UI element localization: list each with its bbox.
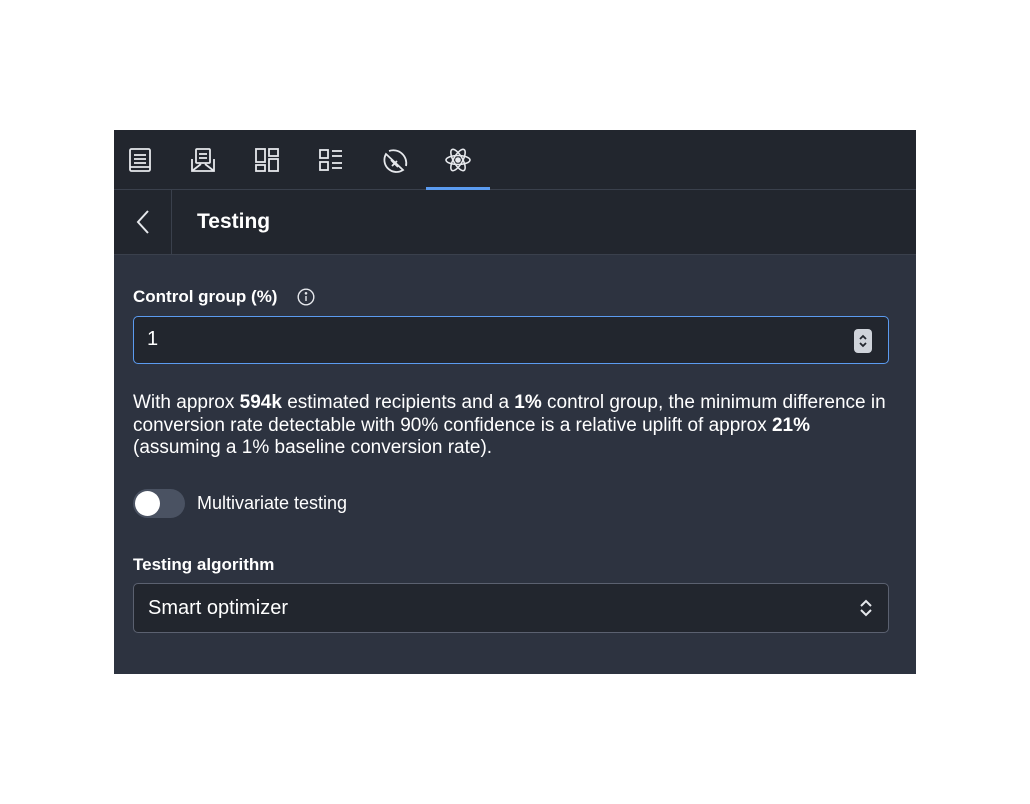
tab-list-blocks[interactable] [305, 130, 357, 189]
document-icon [129, 147, 151, 172]
chevron-up-down-icon [860, 599, 872, 617]
number-stepper[interactable] [854, 329, 872, 353]
envelope-icon [191, 147, 215, 172]
section-header: Testing [114, 190, 916, 255]
stepper-arrows-icon [859, 334, 867, 348]
toggle-knob [135, 491, 160, 516]
desc-text-2: estimated recipients and a [281, 392, 515, 413]
chevron-left-icon [136, 210, 149, 234]
uplift-description: With approx 594k estimated recipients an… [133, 392, 898, 460]
pie-segment-icon [383, 148, 408, 173]
tab-pie-segment[interactable] [369, 130, 421, 189]
multivariate-label: Multivariate testing [197, 493, 348, 513]
multivariate-toggle[interactable] [133, 489, 185, 518]
tab-layout[interactable] [241, 130, 293, 189]
tab-atom[interactable] [426, 130, 490, 190]
uplift-percentage: 21% [771, 414, 811, 436]
layout-grid-icon [255, 147, 279, 172]
control-group-label: Control group (%) [133, 287, 278, 306]
testing-algorithm-select[interactable]: Smart optimizer [133, 583, 889, 633]
page-title: Testing [197, 210, 271, 233]
control-percentage: 1% [514, 392, 542, 413]
atom-icon [445, 148, 471, 171]
control-group-input-box [133, 316, 889, 364]
control-group-input[interactable] [147, 317, 827, 362]
testing-panel: Testing Control group (%) With approx 59… [114, 130, 916, 674]
select-value: Smart optimizer [148, 597, 289, 619]
tab-envelope[interactable] [177, 130, 229, 189]
list-blocks-icon [319, 148, 342, 171]
recipients-count: 594k [239, 392, 282, 413]
tab-document[interactable] [114, 130, 166, 189]
back-button[interactable] [114, 190, 172, 254]
desc-text-4: (assuming a 1% baseline conversion rate)… [133, 437, 493, 458]
tab-bar [114, 130, 916, 190]
desc-text-1: With approx [133, 392, 240, 413]
info-icon[interactable] [297, 288, 315, 306]
testing-algorithm-label: Testing algorithm [133, 555, 275, 574]
